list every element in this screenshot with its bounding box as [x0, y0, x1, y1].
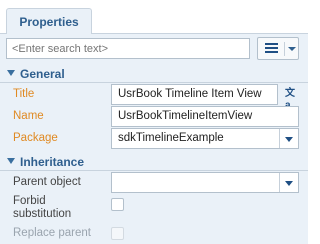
replace-parent-checkbox[interactable] [111, 227, 124, 240]
chevron-down-icon [285, 137, 293, 142]
package-dropdown-button[interactable] [279, 129, 298, 148]
properties-panel: General Title UsrBook Timeline Item View… [0, 34, 308, 244]
package-label: Package [13, 132, 58, 144]
parent-object-dropdown-button[interactable] [279, 173, 298, 192]
group-header-inheritance[interactable]: Inheritance [0, 153, 308, 171]
name-field[interactable]: UsrBookTimelineItemView [111, 106, 299, 127]
replace-parent-label: Replace parent [13, 227, 91, 239]
title-field[interactable]: UsrBook Timeline Item View [111, 84, 278, 105]
package-select[interactable]: sdkTimelineExample [111, 128, 299, 149]
view-options-button[interactable] [257, 37, 299, 60]
group-header-general[interactable]: General [0, 65, 308, 83]
label-line: substitution [13, 208, 72, 220]
forbid-substitution-label: Forbid substitution [13, 195, 71, 221]
chevron-down-icon [288, 47, 296, 51]
divider [0, 170, 308, 171]
tab-properties[interactable]: Properties [6, 8, 92, 35]
collapse-arrow-icon [7, 158, 15, 164]
label-line: Forbid [13, 195, 46, 207]
parent-object-select[interactable] [111, 172, 299, 193]
group-title: Inheritance [20, 155, 85, 169]
name-label: Name [13, 110, 44, 122]
chevron-down-icon [285, 181, 293, 186]
divider [0, 82, 308, 83]
button-separator [284, 42, 285, 56]
collapse-arrow-icon [7, 70, 15, 76]
package-value: sdkTimelineExample [118, 132, 224, 144]
list-view-icon [265, 43, 278, 55]
tab-bar: Properties [0, 0, 308, 35]
search-input[interactable] [6, 38, 250, 59]
title-label: Title [13, 88, 35, 100]
language-icon[interactable]: 文a [285, 88, 299, 111]
group-title: General [20, 67, 65, 81]
parent-object-label: Parent object [13, 176, 81, 188]
forbid-substitution-checkbox[interactable] [111, 198, 124, 211]
